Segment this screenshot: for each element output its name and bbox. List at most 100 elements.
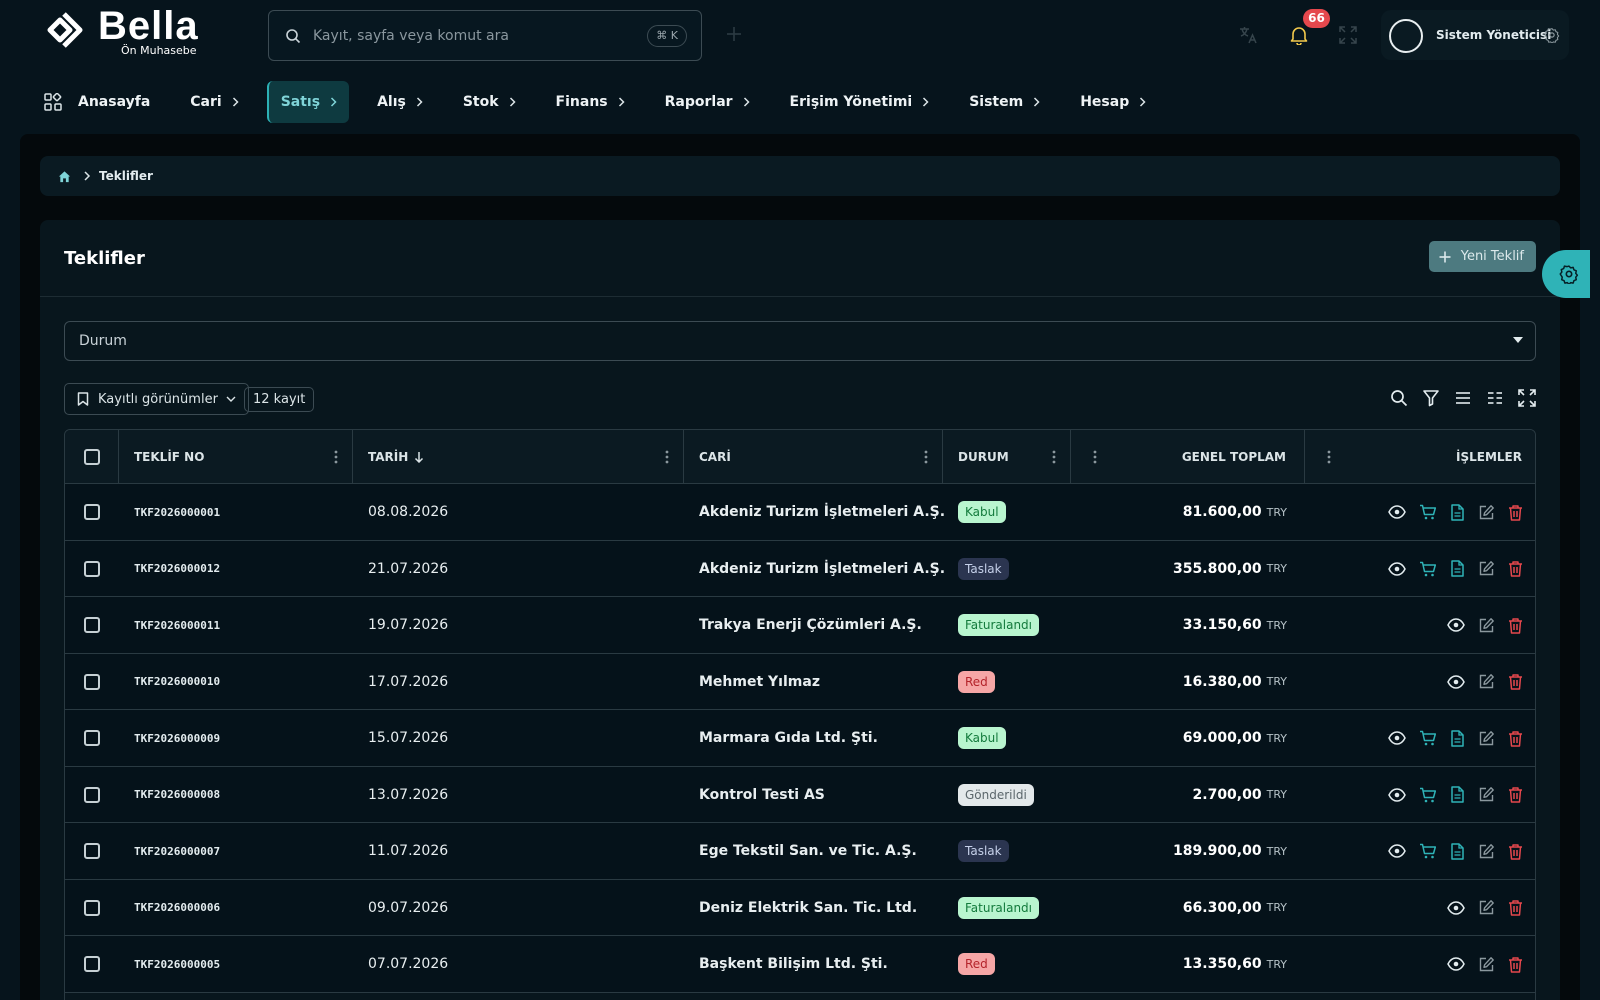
translate-icon[interactable]	[1238, 25, 1258, 45]
plus-icon[interactable]	[726, 26, 742, 42]
trash-icon[interactable]	[1508, 899, 1523, 916]
columns-icon[interactable]	[1486, 389, 1504, 407]
cart-icon[interactable]	[1419, 787, 1437, 803]
quote-no[interactable]: TKF2026000011	[134, 597, 220, 653]
eye-icon[interactable]	[1447, 900, 1465, 915]
column-menu-icon[interactable]	[1327, 450, 1331, 464]
column-menu-icon[interactable]	[1052, 450, 1056, 464]
home-icon[interactable]	[58, 170, 71, 183]
nav-item-2[interactable]: Alış	[365, 81, 435, 123]
quote-no[interactable]: TKF2026000009	[134, 710, 220, 766]
app-logo[interactable]: Bella Ön Muhasebe	[46, 4, 216, 62]
edit-icon[interactable]	[1478, 899, 1495, 916]
eye-icon[interactable]	[1388, 505, 1406, 519]
global-search[interactable]: ⌘ K	[268, 10, 702, 61]
document-icon[interactable]	[1450, 842, 1465, 860]
table-row[interactable]: TKF2026000009 15.07.2026 Marmara Gıda Ltd.…	[65, 710, 1535, 767]
column-header-no[interactable]: TEKLİF NO	[119, 430, 353, 484]
gear-icon[interactable]	[1544, 27, 1560, 43]
row-checkbox[interactable]	[84, 786, 100, 803]
eye-icon[interactable]	[1388, 731, 1406, 745]
nav-item-6[interactable]: Erişim Yönetimi	[778, 81, 942, 123]
quote-no[interactable]: TKF2026000012	[134, 541, 220, 597]
edit-icon[interactable]	[1478, 956, 1495, 973]
search-icon[interactable]	[1390, 389, 1408, 407]
edit-icon[interactable]	[1478, 617, 1495, 634]
cart-icon[interactable]	[1419, 730, 1437, 746]
eye-icon[interactable]	[1447, 618, 1465, 632]
quote-no[interactable]: TKF2026000008	[134, 767, 220, 823]
document-icon[interactable]	[1450, 786, 1465, 803]
row-checkbox[interactable]	[84, 560, 100, 577]
status-filter-select[interactable]: Durum	[64, 321, 1536, 361]
nav-item-1[interactable]: Satış	[266, 81, 350, 123]
trash-icon[interactable]	[1508, 617, 1523, 634]
nav-item-5[interactable]: Raporlar	[653, 81, 762, 123]
row-checkbox[interactable]	[84, 617, 100, 633]
edit-icon[interactable]	[1478, 673, 1495, 690]
new-quote-button[interactable]: Yeni Teklif	[1428, 241, 1536, 272]
edit-icon[interactable]	[1478, 730, 1495, 747]
cart-icon[interactable]	[1419, 843, 1437, 859]
edit-icon[interactable]	[1478, 843, 1495, 860]
eye-icon[interactable]	[1388, 561, 1406, 576]
fullscreen-icon[interactable]	[1339, 26, 1357, 44]
trash-icon[interactable]	[1508, 786, 1523, 803]
column-header-cari[interactable]: CARİ	[684, 430, 943, 484]
trash-icon[interactable]	[1508, 673, 1523, 690]
cart-icon[interactable]	[1419, 504, 1437, 520]
edit-icon[interactable]	[1478, 786, 1495, 803]
document-icon[interactable]	[1450, 560, 1465, 577]
table-row[interactable]: TKF2026000005 07.07.2026 Başkent Bilişim L…	[65, 936, 1535, 993]
search-input[interactable]	[313, 27, 633, 44]
column-menu-icon[interactable]	[334, 450, 338, 464]
column-header-date[interactable]: TARİH	[353, 430, 684, 484]
column-header-status[interactable]: DURUM	[943, 430, 1071, 484]
table-row[interactable]: TKF2026000012 21.07.2026 Akdeniz Turizm İş…	[65, 540, 1535, 597]
trash-icon[interactable]	[1508, 956, 1523, 973]
row-checkbox[interactable]	[84, 504, 100, 520]
nav-item-8[interactable]: Hesap	[1068, 81, 1158, 123]
quote-no[interactable]: TKF2026000007	[134, 823, 220, 879]
edit-icon[interactable]	[1478, 504, 1495, 521]
eye-icon[interactable]	[1388, 787, 1406, 802]
column-header-total[interactable]: GENEL TOPLAM	[1071, 430, 1305, 484]
eye-icon[interactable]	[1447, 957, 1465, 971]
table-row[interactable]: TKF2026000011 19.07.2026 Trakya Enerji Çöz…	[65, 597, 1535, 654]
column-menu-icon[interactable]	[924, 450, 928, 464]
trash-icon[interactable]	[1508, 730, 1523, 747]
eye-icon[interactable]	[1447, 674, 1465, 689]
row-checkbox[interactable]	[84, 899, 100, 916]
filter-icon[interactable]	[1422, 389, 1440, 407]
row-checkbox[interactable]	[84, 956, 100, 972]
table-row[interactable]: TKF2026000008 13.07.2026 Kontrol Testi AS G…	[65, 766, 1535, 823]
nav-item-0[interactable]: Cari	[178, 81, 250, 123]
edit-icon[interactable]	[1478, 560, 1495, 577]
table-row[interactable]: TKF2026000007 11.07.2026 Ege Tekstil San. …	[65, 823, 1535, 880]
cart-icon[interactable]	[1419, 561, 1437, 577]
bell-icon[interactable]	[1290, 25, 1308, 45]
trash-icon[interactable]	[1508, 843, 1523, 860]
nav-item-7[interactable]: Sistem	[957, 81, 1052, 123]
table-row[interactable]: TKF2026000010 17.07.2026 Mehmet Yılmaz Red 1…	[65, 653, 1535, 710]
quote-no[interactable]: TKF2026000006	[134, 880, 220, 936]
nav-item-4[interactable]: Finans	[544, 81, 637, 123]
user-menu[interactable]: Sistem Yöneticisi	[1381, 10, 1569, 60]
quote-no[interactable]: TKF2026000001	[134, 484, 220, 540]
document-icon[interactable]	[1450, 503, 1465, 521]
table-row[interactable]: TKF2026000006 09.07.2026 Deniz Elektrik Sa…	[65, 879, 1535, 936]
nav-item-home[interactable]: Anasayfa	[44, 81, 162, 123]
row-checkbox[interactable]	[84, 730, 100, 746]
settings-drawer-button[interactable]	[1542, 250, 1590, 298]
quote-no[interactable]: TKF2026000005	[134, 936, 220, 992]
document-icon[interactable]	[1450, 729, 1465, 747]
trash-icon[interactable]	[1508, 560, 1523, 577]
column-menu-icon[interactable]	[665, 450, 669, 464]
nav-item-3[interactable]: Stok	[451, 81, 528, 123]
fullscreen-icon[interactable]	[1518, 389, 1536, 407]
row-checkbox[interactable]	[84, 673, 100, 690]
row-checkbox[interactable]	[84, 843, 100, 859]
density-icon[interactable]	[1454, 389, 1472, 407]
column-menu-icon[interactable]	[1093, 450, 1097, 464]
quote-no[interactable]: TKF2026000010	[134, 654, 220, 710]
